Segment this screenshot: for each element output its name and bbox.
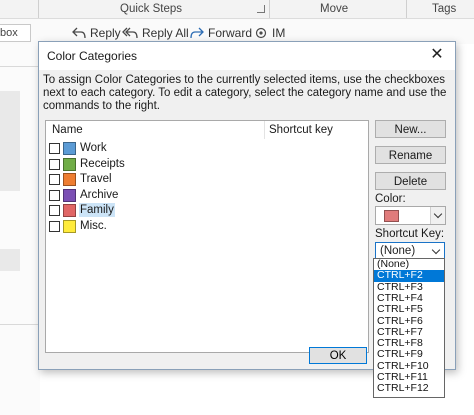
forward-label: Forward (208, 26, 253, 40)
category-checkbox[interactable] (49, 143, 60, 154)
ribbon-group-move: Move (320, 3, 349, 15)
pane-item (0, 249, 20, 271)
category-row-misc[interactable]: Misc. (46, 219, 366, 234)
forward-button[interactable]: Forward (190, 26, 252, 40)
reply-all-label: Reply All (142, 26, 189, 40)
ribbon-separator (406, 0, 407, 18)
column-header-name[interactable]: Name (52, 124, 83, 136)
shortcut-option-highlighted[interactable]: CTRL+F2 (374, 269, 444, 282)
category-name[interactable]: Misc. (79, 219, 108, 233)
color-picker-dropdown[interactable] (430, 207, 445, 224)
dialog-titlebar[interactable]: Color Categories ✕ (39, 42, 455, 70)
color-swatch-icon (63, 142, 76, 155)
color-swatch-icon (63, 173, 76, 186)
category-name[interactable]: Archive (79, 188, 119, 202)
color-label: Color: (375, 193, 406, 205)
reply-icon (72, 27, 86, 39)
ribbon-separator (38, 0, 39, 18)
chevron-down-icon (431, 245, 441, 255)
ribbon-group-tags: Tags (432, 3, 457, 15)
color-swatch-icon (63, 219, 76, 233)
category-checkbox[interactable] (49, 174, 60, 185)
folder-pane-strip (0, 44, 40, 415)
ribbon-separator (269, 0, 270, 18)
category-list[interactable]: Name Shortcut key Work Receipts Travel A… (45, 120, 369, 353)
category-checkbox[interactable] (49, 205, 60, 216)
reply-all-icon (122, 27, 138, 39)
shortcut-key-label: Shortcut Key: (375, 228, 445, 240)
dialog-launcher-icon[interactable] (257, 5, 265, 13)
pane-divider (0, 66, 40, 67)
category-name[interactable]: Receipts (79, 157, 126, 171)
category-row-family[interactable]: Family (46, 203, 366, 218)
new-button[interactable]: New... (375, 120, 446, 138)
color-swatch-icon (63, 157, 76, 171)
rename-button[interactable]: Rename (375, 146, 446, 164)
category-checkbox[interactable] (49, 189, 60, 201)
forward-icon (190, 27, 204, 39)
category-name[interactable]: Travel (79, 172, 113, 186)
chevron-down-icon (433, 209, 443, 219)
reply-all-button[interactable]: Reply All (122, 26, 189, 40)
category-row-archive[interactable]: Archive (46, 188, 366, 203)
category-row-receipts[interactable]: Receipts (46, 157, 366, 172)
ribbon-group-quick-steps: Quick Steps (120, 3, 182, 15)
category-row-work[interactable]: Work (46, 141, 366, 156)
column-separator[interactable] (264, 121, 265, 139)
reply-button[interactable]: Reply (72, 26, 121, 40)
shortcut-option[interactable]: CTRL+F12 (374, 382, 444, 394)
category-checkbox[interactable] (49, 158, 60, 170)
category-checkbox[interactable] (49, 220, 60, 232)
color-swatch-icon (63, 188, 76, 202)
pane-divider (0, 324, 40, 325)
category-name[interactable]: Work (79, 141, 108, 155)
im-button[interactable]: IM (254, 26, 285, 40)
category-row-travel[interactable]: Travel (46, 172, 366, 187)
search-box-fragment[interactable]: box (0, 24, 31, 42)
column-header-shortcut[interactable]: Shortcut key (269, 124, 333, 136)
ribbon-group-bar: Quick Steps Move Tags (0, 0, 474, 19)
shortcut-key-options[interactable]: (None) CTRL+F2 CTRL+F3 CTRL+F4 CTRL+F5 C… (373, 258, 445, 398)
reply-label: Reply (90, 26, 121, 40)
color-swatch-icon (63, 204, 76, 217)
close-icon[interactable]: ✕ (429, 47, 445, 63)
shortcut-option[interactable]: CTRL+F5 (374, 303, 444, 315)
delete-button[interactable]: Delete (375, 172, 446, 190)
current-color-swatch (384, 210, 399, 222)
pane-selection (0, 91, 20, 191)
instructions-text: To assign Color Categories to the curren… (43, 74, 447, 112)
category-name-selected[interactable]: Family (79, 203, 115, 217)
im-icon (255, 27, 267, 38)
im-label: IM (272, 26, 286, 40)
ok-button[interactable]: OK (309, 347, 367, 364)
dialog-title: Color Categories (47, 49, 138, 63)
color-picker[interactable] (375, 206, 446, 225)
shortcut-option[interactable]: CTRL+F9 (374, 349, 444, 361)
